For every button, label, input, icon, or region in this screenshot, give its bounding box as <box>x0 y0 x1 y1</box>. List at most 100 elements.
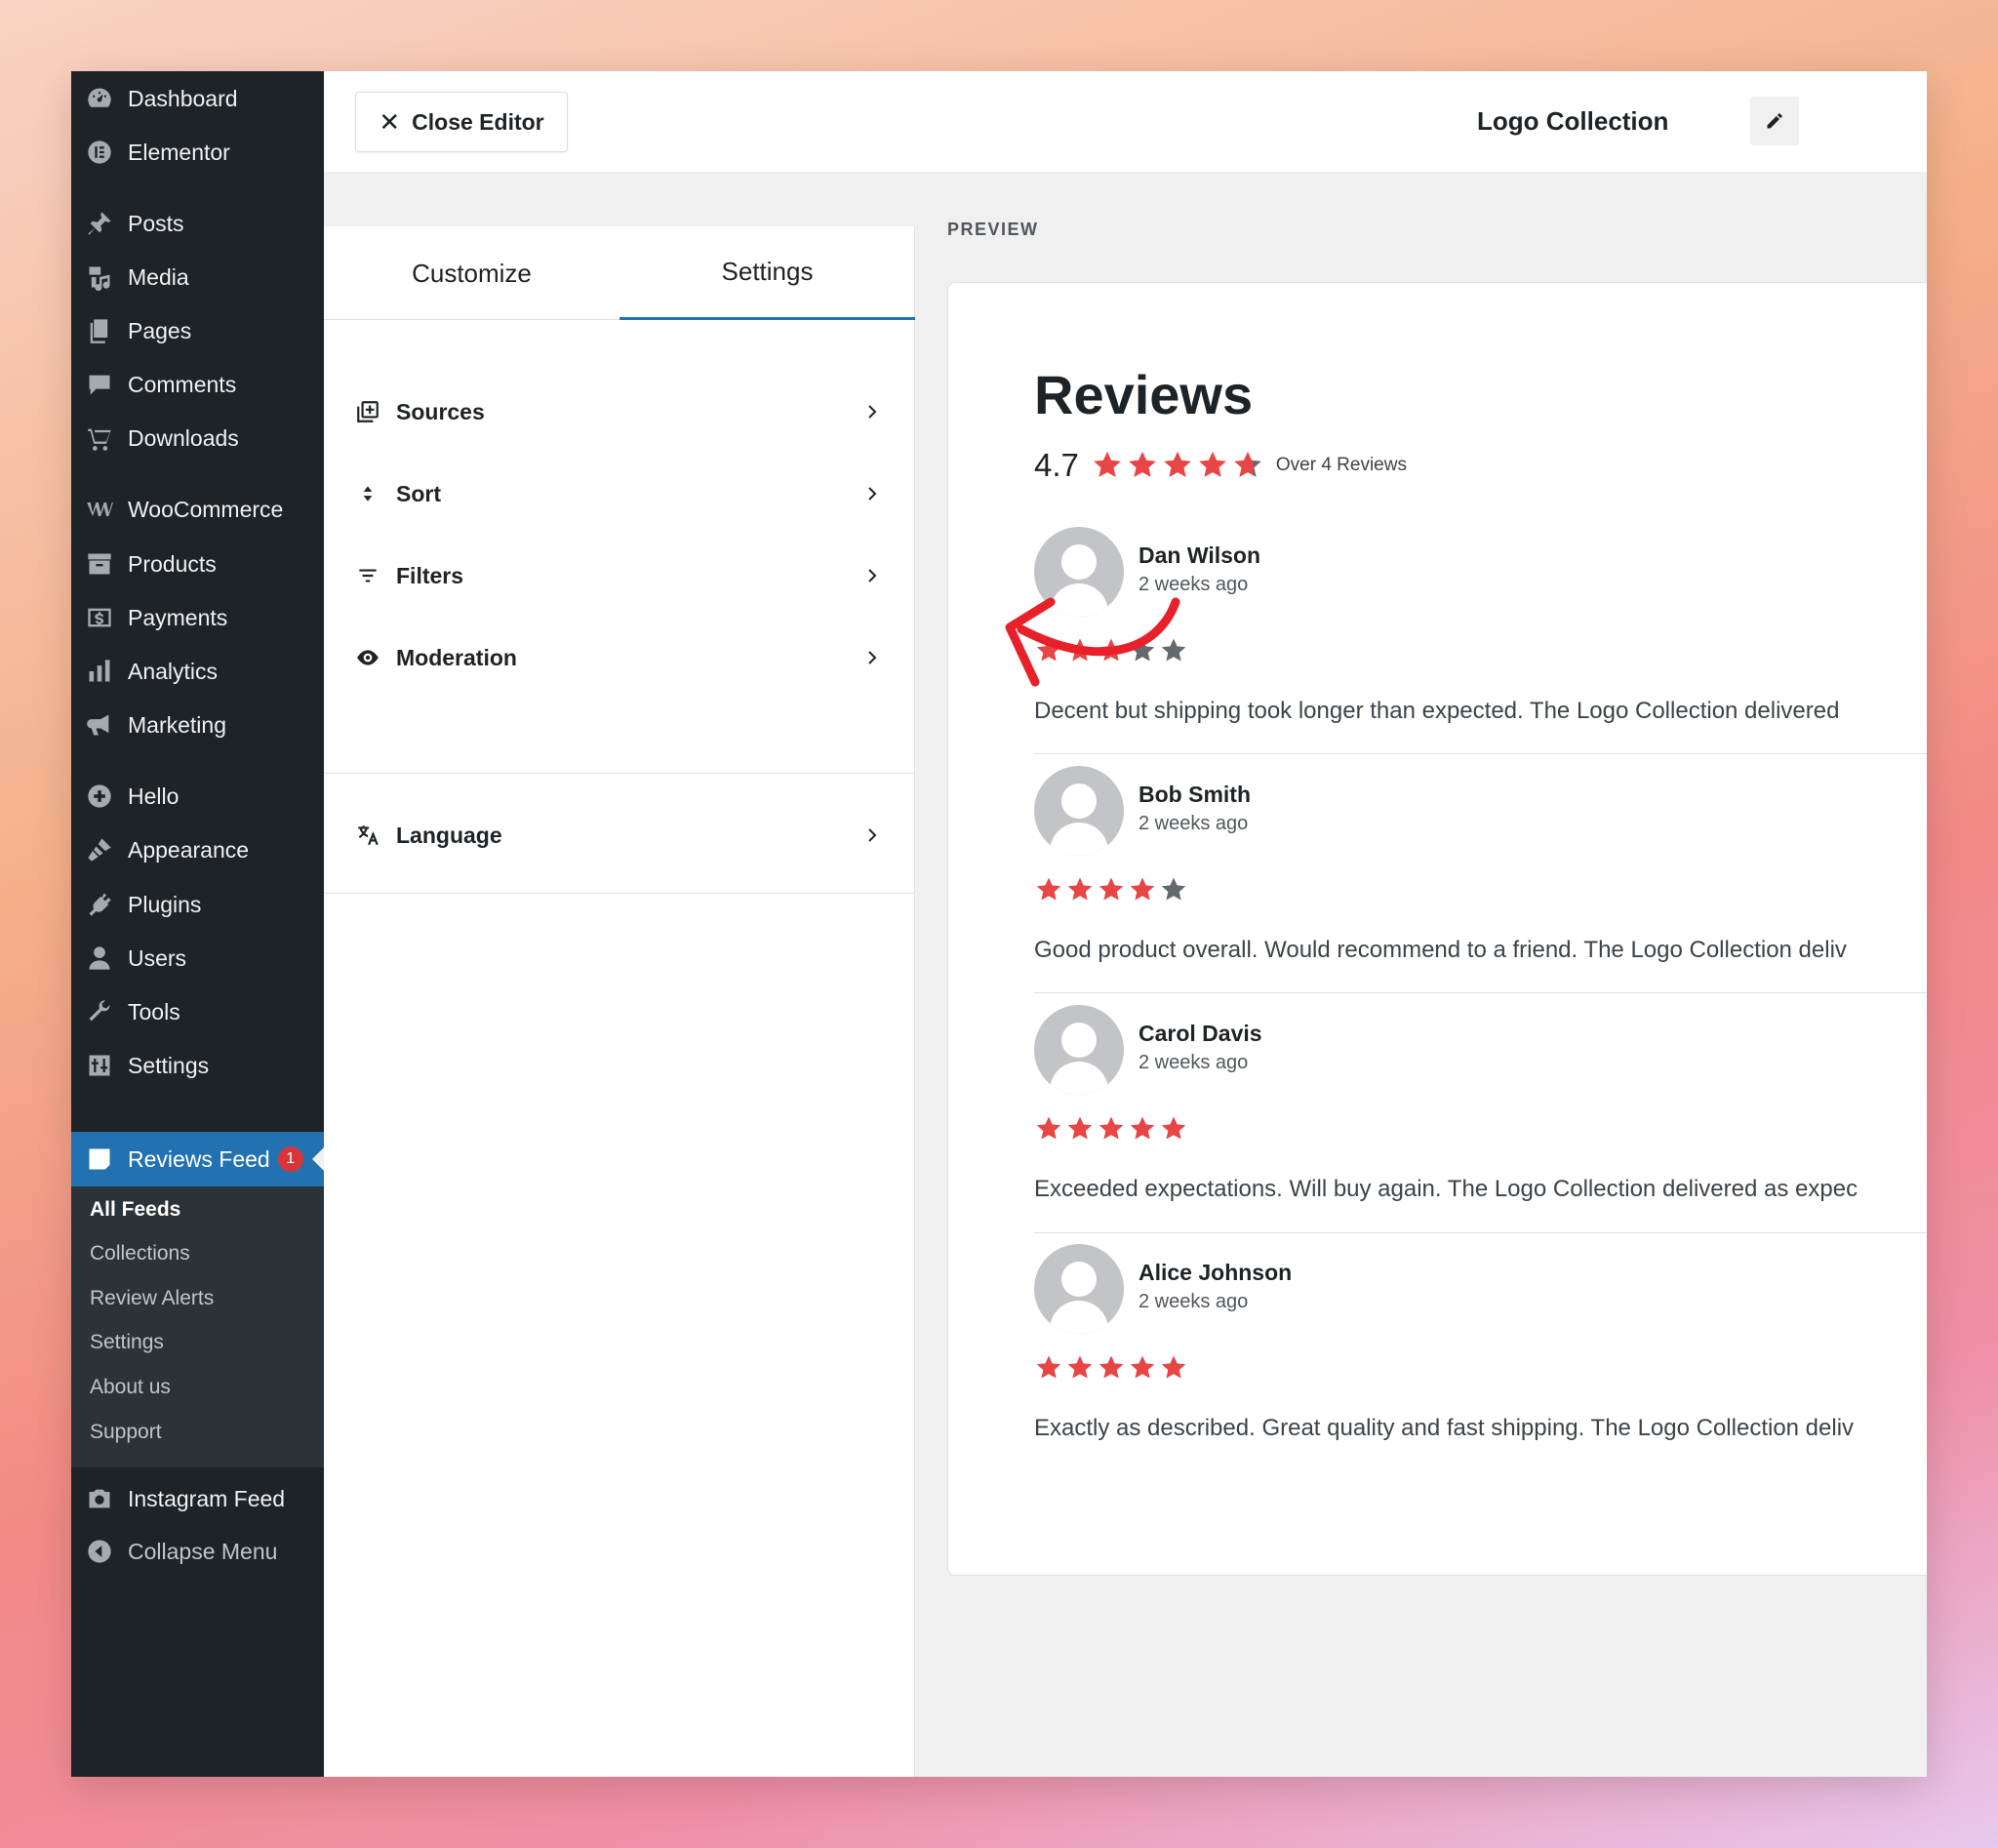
avatar <box>1034 527 1124 617</box>
sidebar-item-comments[interactable]: Comments <box>71 362 324 407</box>
review-time: 2 weeks ago <box>1139 574 1249 595</box>
setting-row-label: Language <box>396 822 502 848</box>
sidebar-item-label: Analytics <box>128 658 219 684</box>
star-icon <box>1161 638 1186 662</box>
tab-settings[interactable]: Settings <box>619 226 915 320</box>
submenu-about-us[interactable]: About us <box>90 1376 171 1399</box>
reviews-title: Reviews <box>1034 364 1254 425</box>
star-icon <box>1067 638 1093 662</box>
reviewer-name: Dan Wilson <box>1139 542 1261 568</box>
sidebar-item-label: Instagram Feed <box>128 1485 286 1511</box>
review-item: Bob Smith 2 weeks ago Good product overa… <box>1034 766 1927 1005</box>
notification-badge: 1 <box>277 1146 303 1172</box>
setting-row-label: Sources <box>396 398 485 424</box>
preview-label: PREVIEW <box>947 220 1039 239</box>
sliders-icon <box>85 1051 114 1080</box>
bar-chart-icon <box>85 657 114 686</box>
sidebar-item-tools[interactable]: Tools <box>71 989 324 1034</box>
dashboard-icon <box>85 84 114 113</box>
wrench-icon <box>85 997 114 1026</box>
sidebar-item-media[interactable]: Media <box>71 255 324 300</box>
sidebar-item-elementor[interactable]: Elementor <box>71 130 324 175</box>
sidebar-item-dashboard[interactable]: Dashboard <box>71 76 324 121</box>
archive-icon <box>85 549 114 579</box>
review-count: Over 4 Reviews <box>1275 455 1407 475</box>
panel-tabs: Customize Settings <box>324 226 915 320</box>
editor-topbar: ✕ Close Editor Logo Collection <box>324 71 1927 172</box>
sidebar-item-hello[interactable]: Hello <box>71 774 324 819</box>
collapse-menu-button[interactable]: Collapse Menu <box>71 1529 324 1574</box>
star-icon <box>1163 451 1191 477</box>
star-icon <box>1036 1355 1061 1379</box>
sidebar-item-label: Appearance <box>128 836 250 863</box>
sidebar-item-users[interactable]: Users <box>71 936 324 981</box>
chevron-right-icon <box>864 404 880 420</box>
submenu-settings[interactable]: Settings <box>90 1331 164 1354</box>
app-window: Dashboard Elementor Posts Media Pages Co… <box>71 71 1927 1777</box>
add-source-icon <box>353 397 382 426</box>
submenu-support[interactable]: Support <box>90 1421 162 1444</box>
review-text: Exceeded expectations. Will buy again. T… <box>1034 1176 1858 1202</box>
star-icon <box>1128 451 1156 477</box>
rating-summary: 4.7 Over 4 Reviews <box>1034 447 1407 484</box>
dollar-icon <box>85 603 114 632</box>
setting-row-moderation[interactable]: Moderation <box>324 617 915 699</box>
sidebar-item-marketing[interactable]: Marketing <box>71 703 324 747</box>
reviewer-name: Bob Smith <box>1139 782 1251 807</box>
star-icon <box>1130 877 1155 901</box>
submenu-all-feeds[interactable]: All Feeds <box>90 1198 180 1222</box>
admin-sidebar: Dashboard Elementor Posts Media Pages Co… <box>71 71 324 1777</box>
elementor-icon <box>85 138 114 167</box>
sidebar-item-downloads[interactable]: Downloads <box>71 416 324 461</box>
tab-customize[interactable]: Customize <box>324 226 619 320</box>
edit-name-button[interactable] <box>1750 97 1799 145</box>
sidebar-item-pages[interactable]: Pages <box>71 308 324 353</box>
pencil-icon <box>1767 113 1782 129</box>
translate-icon <box>353 821 382 850</box>
close-editor-button[interactable]: ✕ Close Editor <box>355 92 568 152</box>
star-icon <box>1161 1355 1186 1379</box>
sidebar-item-plugins[interactable]: Plugins <box>71 882 324 927</box>
setting-row-language[interactable]: Language <box>324 794 915 876</box>
star-icon <box>1099 1355 1124 1379</box>
panel-divider <box>324 893 915 894</box>
preview-card: Reviews 4.7 Over 4 Reviews Dan Wilson 2 … <box>947 282 1927 1576</box>
sidebar-item-instagram-feed[interactable]: Instagram Feed <box>71 1476 324 1521</box>
sidebar-item-reviews-feed[interactable]: Reviews Feed 1 <box>71 1132 324 1186</box>
setting-row-label: Filters <box>396 562 464 588</box>
sidebar-item-label: Settings <box>128 1052 210 1078</box>
review-stars <box>1034 636 1190 665</box>
reviews-feed-submenu: All Feeds Collections Review Alerts Sett… <box>71 1186 324 1467</box>
woo-icon <box>85 495 114 524</box>
setting-row-sort[interactable]: Sort <box>324 453 915 535</box>
close-icon: ✕ <box>379 107 401 137</box>
review-time: 2 weeks ago <box>1139 1291 1249 1312</box>
active-menu-pointer <box>312 1147 324 1171</box>
avatar <box>1034 1005 1124 1095</box>
setting-row-filters[interactable]: Filters <box>324 535 915 617</box>
star-icon <box>1130 1355 1155 1379</box>
reviewer-name: Alice Johnson <box>1139 1260 1293 1285</box>
sidebar-item-woocommerce[interactable]: WooCommerce <box>71 487 324 532</box>
sidebar-item-appearance[interactable]: Appearance <box>71 827 324 872</box>
settings-panel: Customize Settings Sources Sort Filters … <box>324 226 915 1777</box>
sidebar-item-products[interactable]: Products <box>71 542 324 586</box>
sidebar-item-analytics[interactable]: Analytics <box>71 649 324 694</box>
star-icon <box>1067 877 1093 901</box>
submenu-review-alerts[interactable]: Review Alerts <box>90 1287 214 1310</box>
star-icon <box>1130 638 1155 662</box>
sidebar-item-label: Tools <box>128 998 180 1024</box>
review-time: 2 weeks ago <box>1139 1052 1249 1073</box>
review-divider <box>1034 992 1927 993</box>
collection-name: Logo Collection <box>1477 106 1669 136</box>
submenu-collections[interactable]: Collections <box>90 1242 190 1265</box>
review-time: 2 weeks ago <box>1139 813 1249 834</box>
plug-icon <box>85 890 114 919</box>
star-icon <box>1093 451 1121 477</box>
sidebar-item-posts[interactable]: Posts <box>71 201 324 246</box>
brush-icon <box>85 835 114 864</box>
sidebar-item-payments[interactable]: Payments <box>71 595 324 640</box>
sidebar-item-settings[interactable]: Settings <box>71 1043 324 1088</box>
setting-row-sources[interactable]: Sources <box>324 371 915 453</box>
review-stars <box>1034 1114 1190 1144</box>
